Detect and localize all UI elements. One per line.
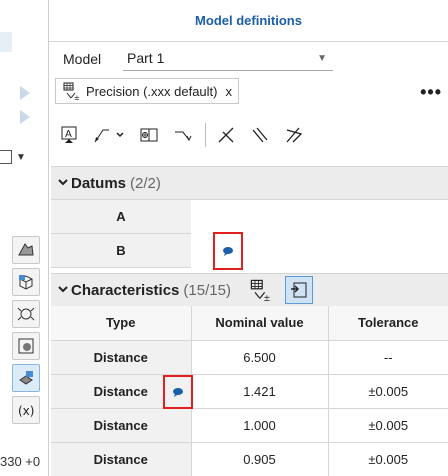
appearance-tool-button[interactable] (12, 236, 40, 264)
appearance-icon (18, 243, 34, 256)
pmi-icon (19, 371, 33, 385)
surface-finish-button[interactable] (169, 121, 197, 149)
table-header-row: Type Nominal value Tolerance (51, 306, 448, 341)
datum-row[interactable]: B (51, 232, 243, 270)
model-label: Model (63, 51, 102, 67)
datum-tool-button[interactable]: A (55, 121, 83, 149)
feature-control-icon (140, 128, 158, 142)
precision-chip[interactable]: ± Precision (.xxx default) x (55, 78, 239, 104)
comment-icon (172, 387, 183, 397)
comment-highlight[interactable] (162, 374, 193, 409)
view-cube-arrow[interactable] (20, 110, 30, 124)
function-tool-button[interactable]: (x) (12, 396, 40, 424)
tolerance-cell: ±0.005 (328, 408, 448, 443)
datums-title: Datums (71, 174, 127, 192)
characteristics-section-header[interactable]: Characteristics (15/15) ± (51, 273, 448, 307)
more-options-icon[interactable]: ••• (420, 82, 442, 103)
section-view-icon (18, 338, 34, 354)
toolbar-divider (205, 123, 206, 147)
annotation-toolbar: A (55, 118, 445, 152)
cube-icon (19, 275, 33, 290)
explode-tool-button[interactable] (12, 300, 40, 328)
leader-tool-button[interactable] (89, 121, 129, 149)
table-row[interactable]: Distance 6.500 -- (51, 340, 448, 375)
model-row: Model Part 1 ▼ (63, 46, 443, 72)
datums-table: A B (51, 200, 243, 270)
svg-text:A: A (65, 129, 72, 140)
chevron-down-icon[interactable]: ▼ (16, 152, 26, 163)
leader-icon (94, 129, 124, 143)
comment-highlight[interactable] (213, 232, 243, 270)
function-icon: (x) (18, 404, 34, 418)
angularity-icon (286, 127, 303, 143)
column-header-nominal[interactable]: Nominal value (191, 306, 329, 341)
import-characteristics-button[interactable] (284, 276, 313, 304)
datum-label: A (116, 209, 126, 224)
right-tool-column: (x) (12, 236, 42, 428)
section-view-button[interactable] (12, 332, 40, 360)
explode-icon (17, 307, 35, 321)
angle-icon (218, 127, 234, 143)
comment-icon (223, 247, 233, 256)
column-header-type[interactable]: Type (51, 306, 192, 341)
type-cell: Distance (51, 340, 192, 375)
chevron-down-icon (57, 177, 71, 190)
svg-text:±: ± (74, 94, 80, 101)
chevron-down-icon: ▼ (317, 53, 327, 64)
nominal-cell: 1.000 (191, 408, 329, 443)
precision-icon: ± (250, 279, 270, 302)
characteristics-count: (15/15) (183, 281, 231, 299)
chip-close-button[interactable]: x (226, 84, 233, 99)
app-root: ▼ (x) 330 +0 Model definitions Model Par… (0, 0, 448, 476)
precision-chip-label: Precision (.xxx default) (86, 83, 218, 99)
angularity-tool-button[interactable] (280, 121, 308, 149)
parallel-tool-button[interactable] (246, 121, 274, 149)
cad-viewport-strip[interactable]: ▼ (x) 330 +0 (0, 0, 48, 476)
model-definitions-button[interactable] (12, 364, 40, 392)
type-label: Distance (93, 383, 148, 399)
cube-tool-button[interactable] (12, 268, 40, 296)
table-row[interactable]: Distance 1.421 ±0.005 (51, 374, 448, 409)
tolerance-cell: -- (328, 340, 448, 375)
view-cube-arrow[interactable] (20, 86, 30, 100)
model-select[interactable]: Part 1 ▼ (123, 47, 333, 71)
nominal-cell: 1.421 (191, 374, 329, 409)
precision-icon: ± (63, 82, 80, 101)
nominal-cell: 0.905 (191, 442, 329, 476)
feature-control-button[interactable] (135, 121, 163, 149)
datums-count: (2/2) (130, 174, 161, 192)
tolerance-cell: ±0.005 (328, 374, 448, 409)
panel-header: Model definitions (49, 0, 448, 42)
datum-row[interactable]: A (51, 200, 191, 234)
datums-section-header[interactable]: Datums (2/2) (51, 166, 448, 200)
import-icon (290, 282, 307, 298)
cad-dimension-fragment: 330 +0 (0, 454, 41, 469)
type-cell: Distance (51, 374, 193, 409)
chevron-down-icon (57, 284, 71, 297)
type-cell: Distance (51, 442, 192, 476)
parallel-icon (252, 127, 268, 143)
viewport-shape (0, 32, 12, 52)
svg-text:±: ± (263, 293, 270, 302)
type-cell: Distance (51, 408, 192, 443)
panel-title: Model definitions (195, 13, 302, 28)
view-box-icon[interactable] (0, 150, 12, 164)
svg-text:(x): (x) (18, 404, 34, 418)
nominal-cell: 6.500 (191, 340, 329, 375)
table-row[interactable]: Distance 1.000 ±0.005 (51, 408, 448, 443)
characteristics-table: Type Nominal value Tolerance Distance 6.… (51, 306, 448, 476)
model-select-value: Part 1 (127, 50, 165, 66)
surface-finish-icon (175, 131, 192, 142)
characteristics-title: Characteristics (71, 281, 180, 299)
angle-tool-button[interactable] (212, 121, 240, 149)
column-header-tolerance[interactable]: Tolerance (328, 306, 448, 341)
datum-label: B (116, 243, 126, 258)
model-definitions-panel: Model definitions Model Part 1 ▼ ± Preci… (48, 0, 448, 476)
tolerance-cell: ±0.005 (328, 442, 448, 476)
precision-filter-button[interactable]: ± (249, 278, 273, 302)
table-row[interactable]: Distance 0.905 ±0.005 (51, 442, 448, 476)
datum-icon: A (61, 126, 77, 143)
